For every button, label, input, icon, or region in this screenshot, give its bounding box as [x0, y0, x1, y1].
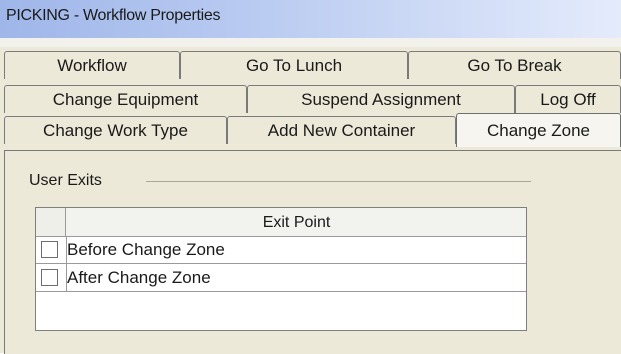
header-checkbox-column[interactable]	[36, 208, 66, 236]
window-title: PICKING - Workflow Properties	[6, 7, 221, 24]
tab-row-1: Workflow Go To Lunch Go To Break	[4, 51, 621, 79]
tab-log-off[interactable]: Log Off	[515, 85, 621, 113]
exit-point-label: Before Change Zone	[67, 240, 225, 259]
exit-point-column-header[interactable]: Exit Point	[67, 208, 526, 236]
exit-point-label: After Change Zone	[67, 268, 211, 287]
tab-suspend-assignment[interactable]: Suspend Assignment	[247, 85, 515, 113]
group-divider	[146, 181, 531, 182]
table-header: Exit Point	[36, 208, 526, 237]
tab-workflow[interactable]: Workflow	[4, 51, 180, 79]
tab-change-zone[interactable]: Change Zone	[456, 113, 621, 147]
tab-go-to-lunch[interactable]: Go To Lunch	[180, 51, 408, 79]
tab-change-work-type[interactable]: Change Work Type	[4, 116, 227, 144]
user-exits-group-label: User Exits	[29, 172, 102, 189]
tab-row-3: Change Work Type Add New Container Chang…	[4, 113, 621, 147]
user-exits-table: Exit Point Before Change Zone After Chan…	[35, 207, 527, 331]
row-checkbox[interactable]	[41, 241, 58, 258]
tab-row-2: Change Equipment Suspend Assignment Log …	[4, 85, 621, 113]
title-bar: PICKING - Workflow Properties	[0, 0, 621, 38]
row-checkbox[interactable]	[41, 269, 58, 286]
tab-change-equipment[interactable]: Change Equipment	[4, 85, 247, 113]
tab-go-to-break[interactable]: Go To Break	[408, 51, 621, 79]
table-row[interactable]: Before Change Zone	[36, 236, 526, 264]
title-gap	[0, 38, 621, 47]
tab-add-new-container[interactable]: Add New Container	[227, 116, 456, 144]
table-row[interactable]: After Change Zone	[36, 264, 526, 292]
